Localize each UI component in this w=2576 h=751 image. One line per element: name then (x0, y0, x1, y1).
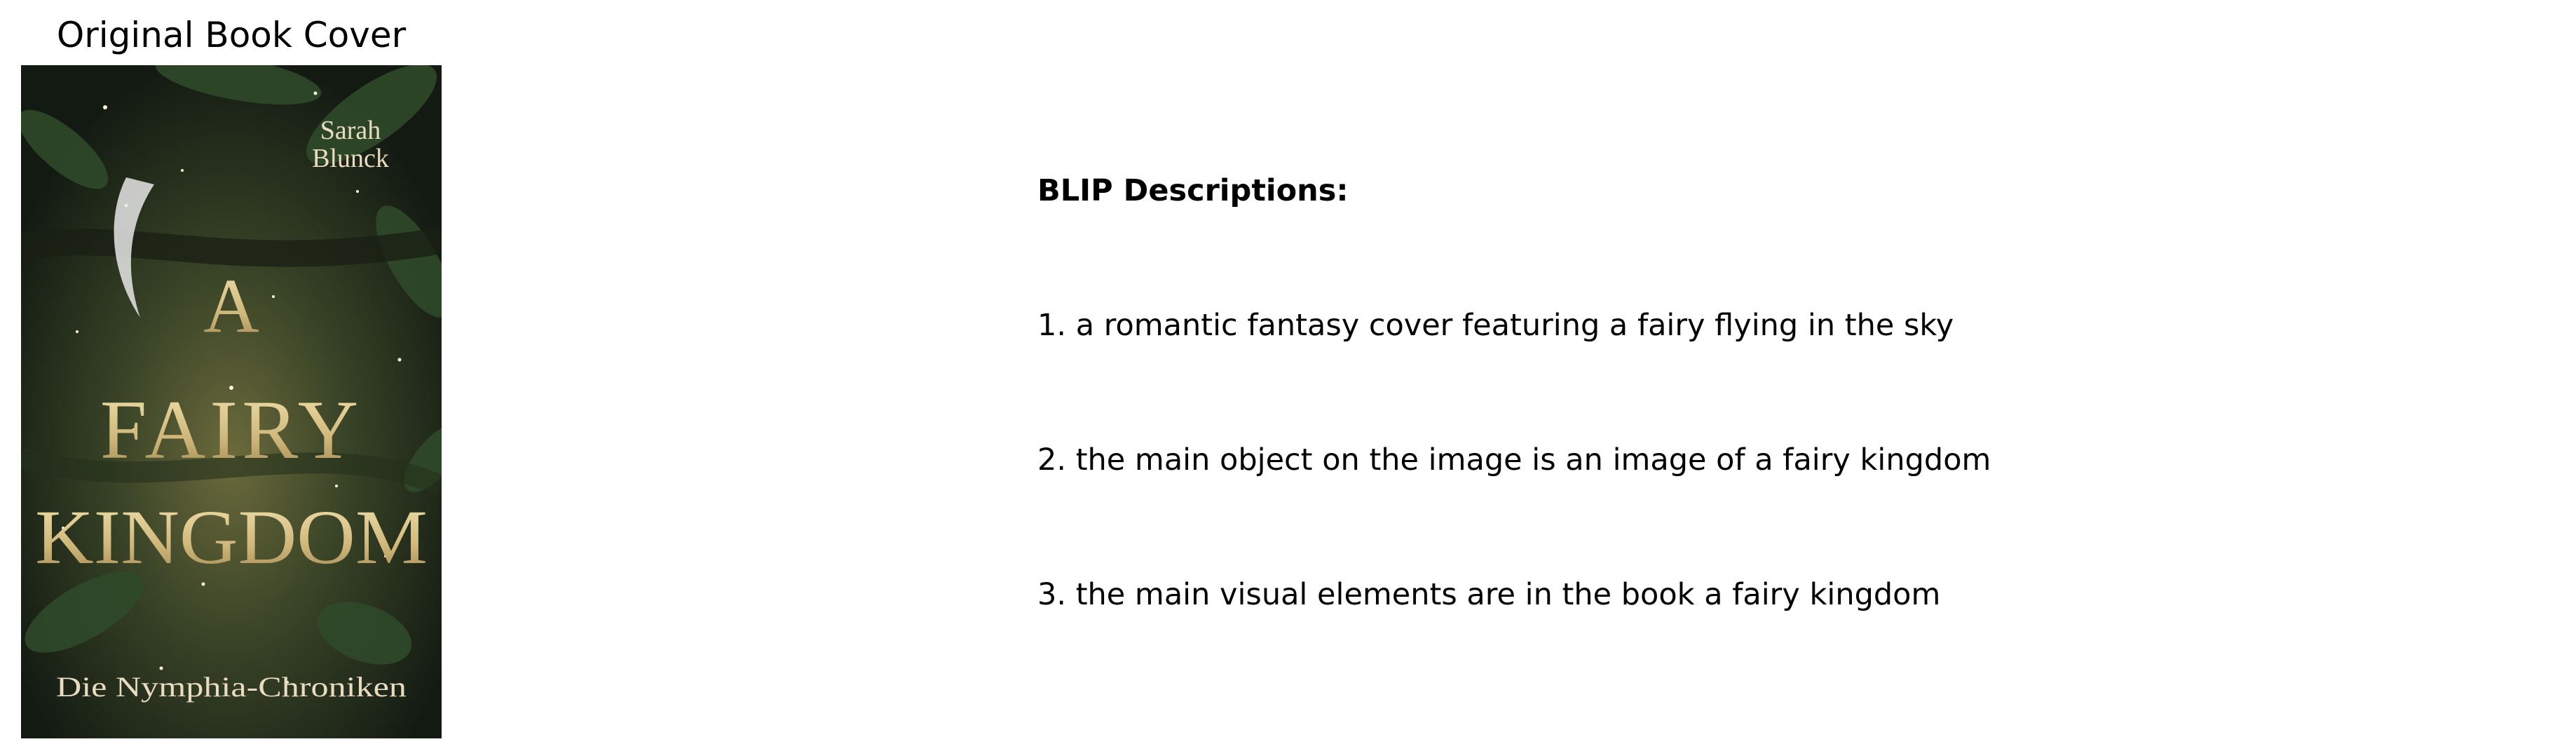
cover-author: Sarah (320, 116, 381, 145)
description-item: 2. the main object on the image is an im… (1037, 442, 1991, 478)
cover-title-line-3: KINGDOM (35, 494, 428, 580)
description-item: 1. a romantic fantasy cover featuring a … (1037, 308, 1954, 343)
cover-panel-title: Original Book Cover (56, 15, 407, 55)
book-cover-image: Sarah Blunck A FAIRY KINGDOM Die Nymphia… (21, 65, 442, 738)
descriptions-heading: BLIP Descriptions: (1037, 173, 1349, 208)
cover-title-line-2: FAIRY (100, 383, 363, 476)
cover-series: Die Nymphia-Chroniken (56, 671, 407, 703)
svg-text:Blunck: Blunck (312, 144, 389, 173)
cover-title-line-1: A (203, 263, 259, 349)
book-cover-art: Sarah Blunck A FAIRY KINGDOM Die Nymphia… (21, 65, 442, 738)
description-item: 3. the main visual elements are in the b… (1037, 577, 1941, 612)
